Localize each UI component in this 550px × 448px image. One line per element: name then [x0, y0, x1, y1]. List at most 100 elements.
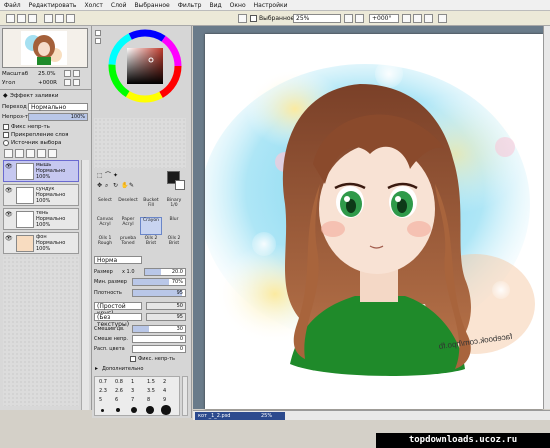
- opacity-slider[interactable]: 100%: [28, 113, 88, 121]
- brush-tool-paper-acryl[interactable]: Paper Acryl: [117, 217, 139, 235]
- clear-layer-button[interactable]: [37, 149, 46, 158]
- brush-tool-canvas-acryl[interactable]: Canvas Acryl: [94, 217, 116, 235]
- eye-icon[interactable]: 👁: [5, 235, 13, 242]
- brush-size-preset[interactable]: 0.7: [99, 379, 107, 385]
- menu-settings[interactable]: Настройки: [254, 2, 288, 9]
- brush-texture-select[interactable]: (Без текстуры): [94, 313, 142, 328]
- eye-icon[interactable]: 👁: [5, 187, 13, 194]
- brush-size-preset[interactable]: 7: [131, 397, 134, 403]
- eye-icon[interactable]: 👁: [5, 211, 13, 218]
- color-wheel[interactable]: [107, 28, 183, 104]
- brush-scrollbar[interactable]: [182, 376, 188, 416]
- menu-view[interactable]: Вид: [210, 2, 222, 9]
- swatches-area[interactable]: [94, 118, 186, 168]
- min-size-slider[interactable]: 70%: [132, 278, 186, 286]
- menu-layer[interactable]: Слой: [111, 2, 127, 9]
- brush-size-preset[interactable]: 5: [99, 397, 102, 403]
- brush-tool-prueba-toned[interactable]: prueba Toned: [117, 236, 139, 254]
- layer-item[interactable]: 👁 фон Нормально 100%: [3, 232, 79, 254]
- layer-item[interactable]: 👁 тень Нормально 100%: [3, 208, 79, 230]
- palette-toggle-icon[interactable]: [95, 30, 101, 36]
- brush-tool-oils-2-brist[interactable]: Oils 2 Brist: [140, 236, 162, 254]
- brush-size-preset[interactable]: 0.8: [115, 379, 123, 385]
- zoom-out-button[interactable]: [55, 14, 64, 23]
- canvas-area[interactable]: facebook.com/hpo.fb: [193, 26, 550, 409]
- brush-tool-bucket-fill[interactable]: Bucket Fill: [140, 198, 162, 216]
- lasso-icon[interactable]: ⌒: [105, 172, 111, 179]
- brush-size-preset[interactable]: 2.3: [99, 388, 107, 394]
- eyedropper-icon[interactable]: ✎: [129, 182, 134, 189]
- size-slider[interactable]: 20.0: [144, 268, 186, 276]
- rotate-right-button[interactable]: [413, 14, 422, 23]
- magic-wand-icon[interactable]: ✦: [113, 172, 118, 179]
- secondary-color-swatch[interactable]: [175, 180, 185, 190]
- new-folder-button[interactable]: [15, 149, 24, 158]
- menu-selection[interactable]: Выбранное: [135, 2, 170, 9]
- nav-rotate-left-button[interactable]: [64, 79, 71, 86]
- zoom-plus-button[interactable]: [355, 14, 364, 23]
- menu-window[interactable]: Окно: [230, 2, 246, 9]
- selected-checkbox[interactable]: [250, 15, 257, 22]
- nav-zoom-out-button[interactable]: [64, 70, 71, 77]
- density-slider[interactable]: 95: [132, 289, 186, 297]
- clipping-checkbox[interactable]: [3, 132, 9, 138]
- shape-slider[interactable]: 50: [146, 302, 186, 310]
- invert-selection-button[interactable]: [28, 14, 37, 23]
- brush-size-preset[interactable]: 9: [163, 397, 166, 403]
- flip-button[interactable]: [238, 14, 247, 23]
- document-tab[interactable]: кот _1_2.psd 25%: [195, 412, 285, 420]
- brush-tool-oils-1-rough[interactable]: Oils 1 Rough: [94, 236, 116, 254]
- brush-size-preset[interactable]: 6: [115, 397, 118, 403]
- brush-tool-oils-2-brist[interactable]: Oils 2 Brist: [163, 236, 185, 254]
- rotate-left-button[interactable]: [402, 14, 411, 23]
- brush-size-dot[interactable]: [146, 406, 154, 414]
- brush-size-preset[interactable]: 1: [131, 379, 134, 385]
- selection-source-checkbox[interactable]: [3, 140, 9, 146]
- brush-mode-select[interactable]: Норма: [94, 256, 142, 264]
- blend-slider[interactable]: 30: [132, 325, 186, 333]
- merge-down-button[interactable]: [26, 149, 35, 158]
- layers-scrollbar[interactable]: [81, 160, 89, 410]
- navigator-preview[interactable]: [2, 28, 88, 68]
- canvas-paper[interactable]: facebook.com/hpo.fb: [200, 34, 543, 409]
- brush-size-dot[interactable]: [130, 406, 138, 414]
- eye-icon[interactable]: 👁: [5, 163, 13, 170]
- rotation-select[interactable]: +000°: [369, 14, 399, 23]
- move-icon[interactable]: ✥: [97, 182, 102, 189]
- zoom-minus-button[interactable]: [344, 14, 353, 23]
- nav-zoom-in-button[interactable]: [73, 70, 80, 77]
- brush-size-preset[interactable]: 2.6: [115, 388, 123, 394]
- rotate-icon[interactable]: ↻: [113, 182, 118, 189]
- layer-item[interactable]: 👁 мышь Нормально 100%: [3, 160, 79, 182]
- zoom-reset-button[interactable]: [66, 14, 75, 23]
- brush-size-preset[interactable]: 4: [163, 388, 166, 394]
- dilution-slider[interactable]: 0: [132, 335, 186, 343]
- brush-tool-deselect[interactable]: Deselect: [117, 198, 139, 216]
- advanced-label[interactable]: Дополнительно: [102, 366, 143, 372]
- menu-filter[interactable]: Фильтр: [178, 2, 202, 9]
- menu-edit[interactable]: Редактировать: [29, 2, 77, 9]
- rgb-toggle-icon[interactable]: [95, 38, 101, 44]
- deselect-button[interactable]: [17, 14, 26, 23]
- blend-mode-select[interactable]: Нормально: [28, 103, 88, 111]
- new-layer-button[interactable]: [4, 149, 13, 158]
- menu-file[interactable]: Файл: [4, 2, 21, 9]
- zoom-select[interactable]: 25%: [293, 14, 341, 23]
- delete-layer-button[interactable]: [48, 149, 57, 158]
- keep-opacity-checkbox[interactable]: [130, 356, 136, 362]
- brush-tool-binary-1-0[interactable]: Binary 1/0: [163, 198, 185, 216]
- lock-opacity-checkbox[interactable]: [3, 124, 9, 130]
- brush-shape-select[interactable]: (Простой круг): [94, 302, 142, 317]
- hand-icon[interactable]: ✋: [121, 182, 128, 189]
- brush-size-preset[interactable]: 2: [163, 379, 166, 385]
- layer-item[interactable]: 👁 сундук Нормально 100%: [3, 184, 79, 206]
- size-multiplier[interactable]: x 1.0: [122, 269, 135, 275]
- vertical-scrollbar[interactable]: [543, 26, 550, 409]
- brush-size-dot[interactable]: [161, 405, 171, 415]
- persistence-slider[interactable]: 0: [132, 345, 186, 353]
- texture-slider[interactable]: 95: [146, 313, 186, 321]
- rotate-reset-button[interactable]: [424, 14, 433, 23]
- brush-size-dot[interactable]: [115, 407, 121, 413]
- brush-tool-crayon[interactable]: Crayon: [140, 217, 162, 235]
- brush-size-preset[interactable]: 8: [147, 397, 150, 403]
